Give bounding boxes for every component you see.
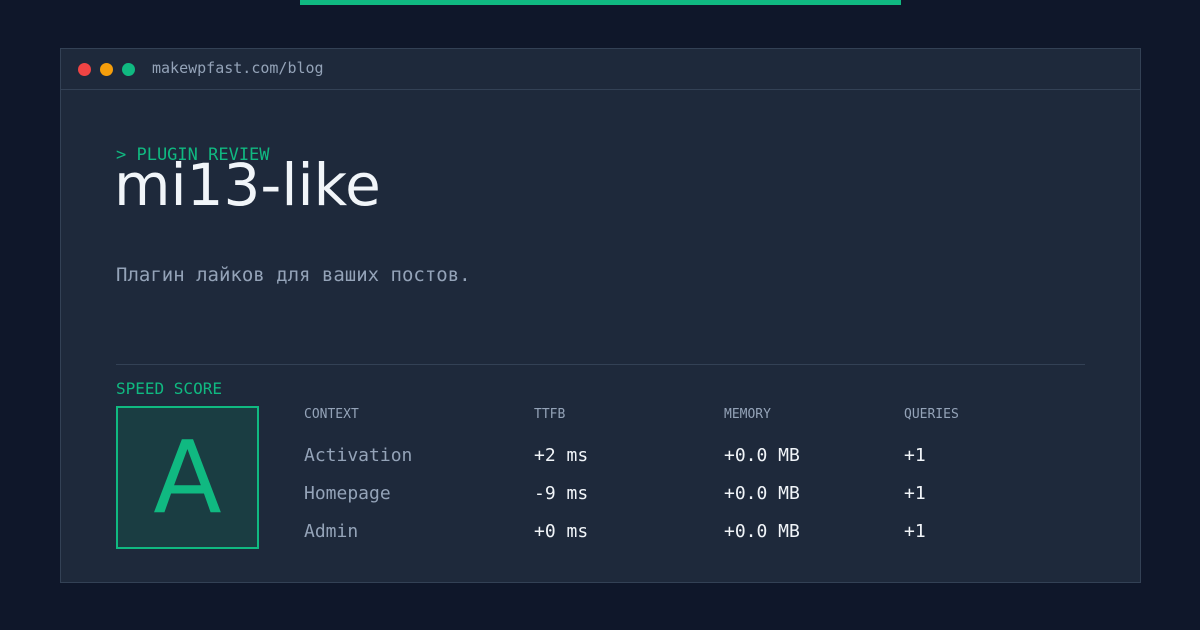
row-homepage-ttfb: -9 ms xyxy=(534,483,589,504)
column-header-ttfb: TTFB xyxy=(534,407,566,422)
column-header-memory: MEMORY xyxy=(724,407,771,422)
plugin-description: Плагин лайков для ваших постов. xyxy=(116,264,471,286)
row-homepage-memory: +0.0 MB xyxy=(724,483,800,504)
row-activation-memory: +0.0 MB xyxy=(724,445,800,466)
row-admin-context: Admin xyxy=(304,521,359,542)
row-admin-memory: +0.0 MB xyxy=(724,521,800,542)
column-header-queries: QUERIES xyxy=(904,407,959,422)
row-activation-ttfb: +2 ms xyxy=(534,445,589,466)
row-homepage-context: Homepage xyxy=(304,483,391,504)
speed-score-label: SPEED SCORE xyxy=(116,379,222,398)
close-dot-icon xyxy=(78,63,91,76)
window-titlebar: makewpfast.com/blog xyxy=(61,49,1140,90)
plugin-name-title: mi13-like xyxy=(114,151,381,219)
column-header-context: CONTEXT xyxy=(304,407,359,422)
speed-grade-letter: A xyxy=(153,418,222,536)
section-divider xyxy=(116,364,1085,365)
top-accent-bar xyxy=(300,0,901,5)
row-homepage-queries: +1 xyxy=(904,483,926,504)
row-activation-queries: +1 xyxy=(904,445,926,466)
url-text: makewpfast.com/blog xyxy=(152,59,324,77)
row-admin-queries: +1 xyxy=(904,521,926,542)
row-admin-ttfb: +0 ms xyxy=(534,521,589,542)
minimize-dot-icon xyxy=(100,63,113,76)
browser-window: makewpfast.com/blog > PLUGIN REVIEW mi13… xyxy=(60,48,1141,583)
row-activation-context: Activation xyxy=(304,445,413,466)
speed-grade-badge: A xyxy=(116,406,259,549)
maximize-dot-icon xyxy=(122,63,135,76)
